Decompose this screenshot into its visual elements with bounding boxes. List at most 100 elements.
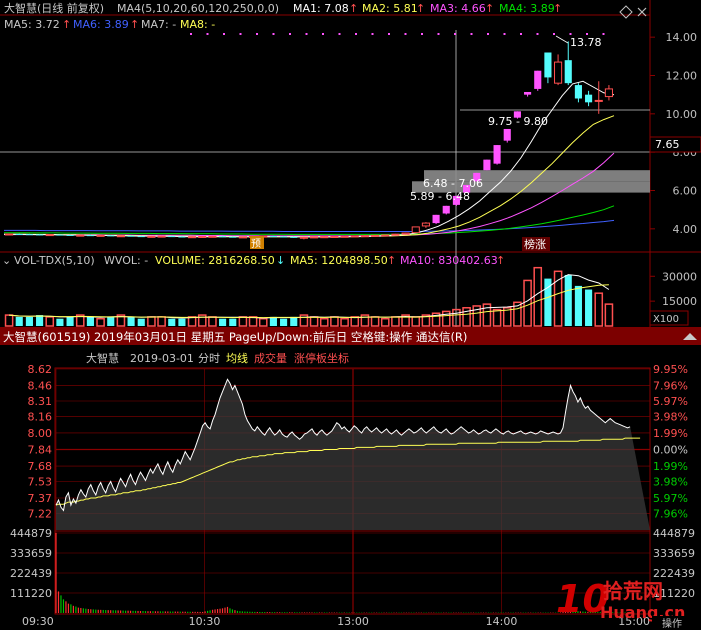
volume-bar: [533, 266, 543, 327]
candle-body: [107, 235, 115, 237]
y-tick-label: 6.00: [673, 185, 698, 198]
candle-body: [411, 226, 420, 234]
candle-body: [290, 236, 298, 238]
volume-bar: [340, 317, 349, 327]
gap-label-1: 9.75 - 9.80: [488, 115, 548, 128]
volume-label: VOLUME: 2816268.50: [155, 254, 275, 267]
candle-body: [280, 236, 288, 238]
signal-dot: [355, 33, 357, 35]
volume-bar: [56, 318, 64, 326]
candle-body: [320, 236, 329, 239]
arrow-up-icon: ↑: [485, 2, 494, 15]
vol-tick-label-right: 333659: [653, 547, 695, 560]
signal-dot: [190, 33, 192, 35]
volume-bar: [127, 316, 135, 326]
volume-bar: [36, 315, 44, 326]
pct-tick-label: 9.95%: [653, 363, 688, 376]
y-tick-label: 10.00: [666, 108, 698, 121]
arrow-up-icon: ↑: [387, 254, 396, 267]
signal-dot: [223, 33, 225, 35]
candle-body: [127, 235, 135, 237]
vol-unit-label: X100: [653, 314, 679, 325]
y-tick-label: 4.00: [673, 223, 698, 236]
forecast-badge-label: 预: [251, 238, 261, 250]
volume-bar: [208, 316, 217, 327]
signal-dot: [503, 33, 506, 35]
candle-body: [381, 234, 390, 237]
ma5-label: MA5: 3.72: [4, 18, 60, 31]
candle-body: [493, 145, 501, 164]
candle-body: [554, 61, 563, 84]
volume-bar: [269, 316, 277, 326]
price-tick-label: 7.68: [28, 460, 53, 473]
candle-body: [524, 91, 532, 95]
pct-tick-label: 5.97%: [653, 395, 688, 408]
price-tick-label: 8.62: [28, 363, 53, 376]
candle-body: [198, 236, 207, 238]
arrow-up-icon: ↑: [349, 2, 358, 15]
volume-bar: [25, 316, 33, 326]
candle-body: [238, 236, 247, 239]
vol-collapse-icon[interactable]: ⌄: [2, 254, 11, 267]
price-tick-label: 7.53: [28, 475, 53, 488]
volume-bar: [4, 314, 14, 327]
signal-dot: [586, 33, 588, 35]
candle-body: [503, 128, 511, 141]
info-bar-text: 大智慧(601519) 2019年03月01日 星期五 PageUp/Down:…: [3, 330, 467, 344]
vol-ma5-label: MA5: 1204898.50: [290, 254, 388, 267]
signal-dot: [322, 33, 324, 35]
volume-bar: [280, 318, 288, 326]
high-price-label: 13.78: [570, 36, 602, 49]
arrow-up-icon: ↑: [496, 254, 505, 267]
label-time-share: 分时: [198, 352, 220, 365]
time-tick-label: 13:00: [337, 615, 369, 628]
candle-body: [534, 70, 542, 89]
candle-body: [86, 235, 94, 237]
candle-body: [340, 235, 349, 238]
signal-dot: [602, 33, 605, 35]
signal-dot: [470, 33, 473, 35]
settings-icon[interactable]: [619, 5, 633, 19]
signal-dot: [487, 33, 489, 35]
time-tick-label: 14:00: [486, 615, 518, 628]
vol-title: VOL-TDX(5,10): [14, 254, 95, 267]
signal-dot: [454, 33, 456, 35]
volume-bar: [553, 270, 563, 327]
candle-body: [360, 235, 369, 238]
pct-tick-label: 3.98%: [653, 410, 688, 423]
signal-dot: [569, 33, 572, 35]
volume-bar: [564, 274, 572, 326]
pct-tick-label: 7.96%: [653, 380, 688, 393]
kline-panel: 14.0012.0010.008.006.004.00 大智慧(日线 前复权) …: [0, 0, 701, 330]
operation-button-label: 操作: [662, 617, 682, 630]
signal-dot: [421, 33, 423, 35]
volume-bar: [604, 303, 614, 327]
volume-bar: [15, 316, 23, 326]
candle-body: [96, 234, 105, 237]
gap-label-2: 6.48 - 7.06: [423, 177, 483, 190]
intraday-date: 2019-03-01: [130, 352, 194, 365]
candle-body: [432, 214, 440, 224]
price-tick-label: 8.31: [28, 395, 53, 408]
pct-tick-label: 0.00%: [653, 444, 688, 457]
volume-bar: [258, 317, 268, 327]
price-tick-label: 7.22: [28, 507, 53, 520]
kline-title: 大智慧(日线 前复权): [4, 1, 104, 15]
candle-body: [36, 234, 44, 236]
candle-body: [401, 232, 410, 235]
label-avg-line: 均线: [226, 351, 248, 365]
label-limit-coords: 涨停板坐标: [294, 351, 349, 365]
candle-body: [147, 235, 156, 238]
signal-dot: [256, 33, 258, 35]
price-tick-label: 8.16: [28, 410, 53, 423]
time-tick-label: 09:30: [22, 615, 54, 628]
volume-bar: [594, 292, 604, 327]
volume-bar: [319, 317, 329, 327]
volume-bar: [391, 316, 400, 327]
candle-body: [604, 88, 613, 98]
price-tick-label: 7.84: [28, 444, 53, 457]
ma5-line: [4, 80, 615, 238]
vol-tick-label: 222439: [10, 567, 52, 580]
signal-dot: [404, 33, 407, 35]
volume-panel: 30000 15000 ⌄ VOL-TDX(5,10) WVOL: - VOLUM…: [2, 252, 697, 327]
